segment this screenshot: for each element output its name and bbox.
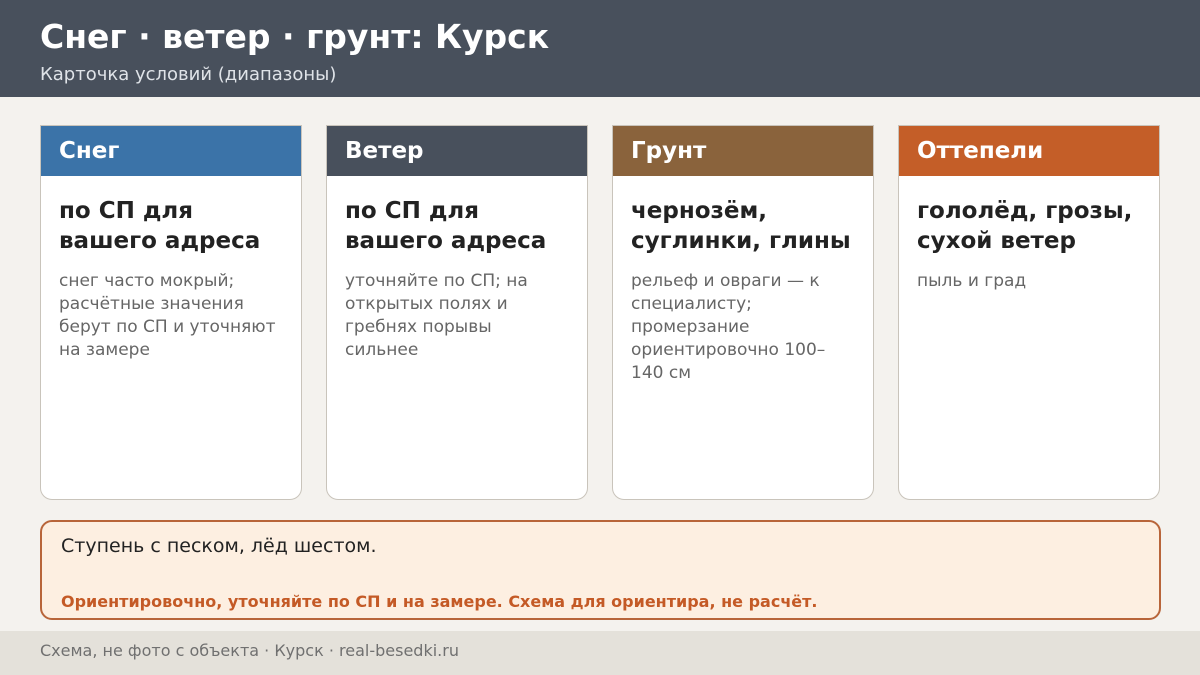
card-snow-value: по СП для вашего адреса bbox=[59, 198, 261, 254]
card-soil-note: рельеф и овраги — к специалисту; промерз… bbox=[631, 271, 826, 383]
card-snow-note: снег часто мокрый; расчётные значения бе… bbox=[59, 271, 276, 360]
card-thaws: Оттепели гололёд, грозы, сухой ветер пыл… bbox=[898, 125, 1160, 500]
disclaimer-text: Ориентировочно, уточняйте по СП и на зам… bbox=[61, 592, 818, 611]
advice-text: Ступень с песком, лёд шестом. bbox=[61, 535, 377, 557]
card-wind-heading: Ветер bbox=[327, 126, 587, 176]
card-wind-note: уточняйте по СП; на открытых полях и гре… bbox=[345, 271, 528, 360]
footer-text: Схема, не фото с объекта · Курск · real-… bbox=[40, 641, 459, 660]
header-bar: Снег · ветер · грунт: Курск Карточка усл… bbox=[0, 0, 1200, 97]
page-subtitle: Карточка условий (диапазоны) bbox=[40, 64, 337, 85]
card-thaws-value: гололёд, грозы, сухой ветер bbox=[917, 198, 1133, 254]
footer-bar: Схема, не фото с объекта · Курск · real-… bbox=[0, 631, 1200, 675]
card-thaws-heading: Оттепели bbox=[899, 126, 1159, 176]
card-soil-heading: Грунт bbox=[613, 126, 873, 176]
card-soil: Грунт чернозём, суглинки, глины рельеф и… bbox=[612, 125, 874, 500]
card-snow: Снег по СП для вашего адреса снег часто … bbox=[40, 125, 302, 500]
card-wind-value: по СП для вашего адреса bbox=[345, 198, 547, 254]
advice-note-box: Ступень с песком, лёд шестом. Ориентиров… bbox=[40, 520, 1161, 620]
page-title: Снег · ветер · грунт: Курск bbox=[40, 17, 550, 56]
card-thaws-note: пыль и град bbox=[917, 271, 1027, 291]
card-snow-heading: Снег bbox=[41, 126, 301, 176]
card-soil-value: чернозём, суглинки, глины bbox=[631, 198, 851, 254]
card-wind: Ветер по СП для вашего адреса уточняйте … bbox=[326, 125, 588, 500]
